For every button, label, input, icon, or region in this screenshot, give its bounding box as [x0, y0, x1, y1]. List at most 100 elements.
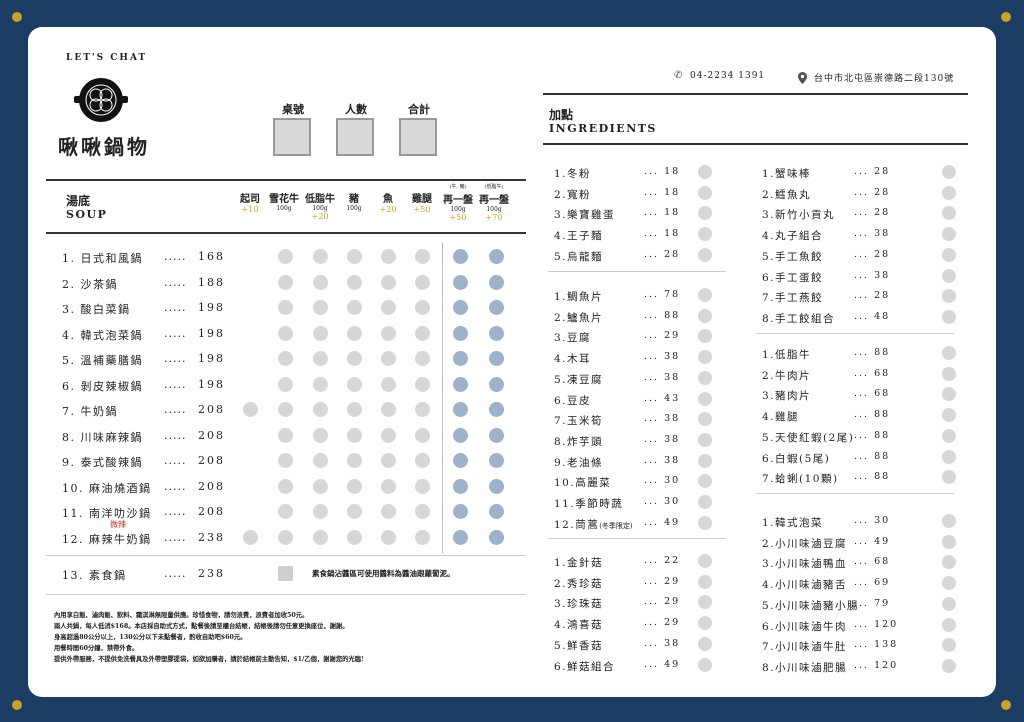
ingredient-checkbox[interactable]	[942, 206, 956, 221]
soup-option-circle[interactable]	[347, 274, 362, 290]
ingredient-checkbox[interactable]	[698, 554, 712, 568]
soup-option-circle[interactable]	[381, 453, 396, 468]
soup-option-circle[interactable]	[415, 504, 430, 519]
soup-option-circle[interactable]	[489, 376, 504, 392]
ingredient-checkbox[interactable]	[698, 474, 712, 489]
soup-option-circle[interactable]	[453, 325, 468, 341]
ingredient-checkbox[interactable]	[942, 428, 956, 443]
soup-option-circle[interactable]	[347, 453, 362, 468]
soup-option-circle[interactable]	[489, 453, 504, 468]
ingredient-checkbox[interactable]	[698, 495, 712, 509]
ingredient-checkbox[interactable]	[698, 206, 712, 221]
ingredient-checkbox[interactable]	[942, 268, 956, 283]
soup-option-circle[interactable]	[453, 274, 468, 290]
soup-option-circle[interactable]	[347, 529, 362, 545]
ingredient-checkbox[interactable]	[942, 387, 956, 402]
ingredient-checkbox[interactable]	[942, 470, 956, 485]
soup-option-circle[interactable]	[453, 402, 468, 417]
soup-option-circle[interactable]	[313, 376, 328, 392]
soup-option-circle[interactable]	[381, 249, 396, 264]
soup-option-circle[interactable]	[278, 325, 293, 341]
ingredient-checkbox[interactable]	[942, 309, 956, 324]
soup-option-circle[interactable]	[381, 325, 396, 341]
soup-option-circle[interactable]	[313, 529, 328, 545]
soup-option-circle[interactable]	[415, 300, 430, 315]
soup-option-circle[interactable]	[347, 478, 362, 494]
soup-option-circle[interactable]	[415, 249, 430, 264]
ingredient-checkbox[interactable]	[942, 596, 956, 611]
ingredient-checkbox[interactable]	[942, 247, 956, 262]
soup-option-circle[interactable]	[313, 249, 328, 264]
soup-option-circle[interactable]	[381, 529, 396, 545]
soup-option-circle[interactable]	[415, 478, 430, 494]
ingredient-checkbox[interactable]	[698, 432, 712, 447]
soup-option-circle[interactable]	[278, 351, 293, 366]
ingredient-checkbox[interactable]	[698, 391, 712, 406]
ingredient-checkbox[interactable]	[942, 576, 956, 591]
soup-option-circle[interactable]	[313, 300, 328, 315]
ingredient-checkbox[interactable]	[698, 350, 712, 365]
soup-option-circle[interactable]	[278, 529, 293, 545]
soup-option-circle[interactable]	[278, 300, 293, 315]
ingredient-checkbox[interactable]	[942, 449, 956, 464]
soup-option-circle[interactable]	[243, 529, 258, 545]
soup-option-circle[interactable]	[415, 274, 430, 290]
soup-option-circle[interactable]	[278, 453, 293, 468]
ingredient-checkbox[interactable]	[942, 227, 956, 242]
soup-option-circle[interactable]	[381, 427, 396, 443]
soup-option-circle[interactable]	[453, 376, 468, 392]
soup-option-circle[interactable]	[278, 402, 293, 417]
soup-option-circle[interactable]	[381, 274, 396, 290]
soup-option-circle[interactable]	[381, 300, 396, 315]
ingredient-checkbox[interactable]	[698, 329, 712, 344]
ingredient-checkbox[interactable]	[698, 453, 712, 468]
soup-option-circle[interactable]	[278, 478, 293, 494]
soup-option-circle[interactable]	[347, 300, 362, 315]
soup-option-circle[interactable]	[347, 402, 362, 417]
soup-option-circle[interactable]	[313, 402, 328, 417]
soup-option-circle[interactable]	[278, 504, 293, 519]
soup-option-circle[interactable]	[347, 427, 362, 443]
soup-option-circle[interactable]	[313, 453, 328, 468]
soup-option-circle[interactable]	[415, 453, 430, 468]
soup-option-circle[interactable]	[415, 529, 430, 545]
ingredient-checkbox[interactable]	[698, 595, 712, 610]
soup-option-circle[interactable]	[278, 427, 293, 443]
soup-option-circle[interactable]	[347, 504, 362, 519]
ingredient-checkbox[interactable]	[698, 288, 712, 302]
soup-option-circle[interactable]	[313, 504, 328, 519]
ingredient-checkbox[interactable]	[942, 408, 956, 423]
soup-option-circle[interactable]	[415, 402, 430, 417]
soup-option-circle[interactable]	[453, 504, 468, 519]
soup-option-circle[interactable]	[278, 249, 293, 264]
soup-option-circle[interactable]	[453, 351, 468, 366]
ingredient-checkbox[interactable]	[698, 308, 712, 323]
ingredient-checkbox[interactable]	[698, 657, 712, 672]
soup-option-circle[interactable]	[415, 427, 430, 443]
soup-option-circle[interactable]	[381, 504, 396, 519]
ingredient-checkbox[interactable]	[942, 638, 956, 653]
soup-option-circle[interactable]	[313, 478, 328, 494]
soup-option-circle[interactable]	[415, 376, 430, 392]
soup-option-circle[interactable]	[381, 376, 396, 392]
ingredient-checkbox[interactable]	[698, 247, 712, 262]
soup-option-circle[interactable]	[415, 325, 430, 341]
ingredient-checkbox[interactable]	[698, 616, 712, 631]
total-box[interactable]	[399, 118, 437, 156]
ingredient-checkbox[interactable]	[942, 185, 956, 200]
soup-option-circle[interactable]	[313, 325, 328, 341]
soup-option-circle[interactable]	[381, 351, 396, 366]
table-number-box[interactable]	[273, 118, 311, 156]
ingredient-checkbox[interactable]	[698, 636, 712, 651]
ingredient-checkbox[interactable]	[942, 555, 956, 570]
ingredient-checkbox[interactable]	[698, 227, 712, 242]
soup-option-circle[interactable]	[347, 376, 362, 392]
ingredient-checkbox[interactable]	[698, 370, 712, 385]
ingredient-checkbox[interactable]	[942, 366, 956, 381]
soup-option-circle[interactable]	[489, 402, 504, 417]
ingredient-checkbox[interactable]	[942, 346, 956, 360]
party-size-box[interactable]	[336, 118, 374, 156]
soup-option-circle[interactable]	[347, 351, 362, 366]
soup-option-circle[interactable]	[453, 300, 468, 315]
soup-option-circle[interactable]	[489, 300, 504, 315]
